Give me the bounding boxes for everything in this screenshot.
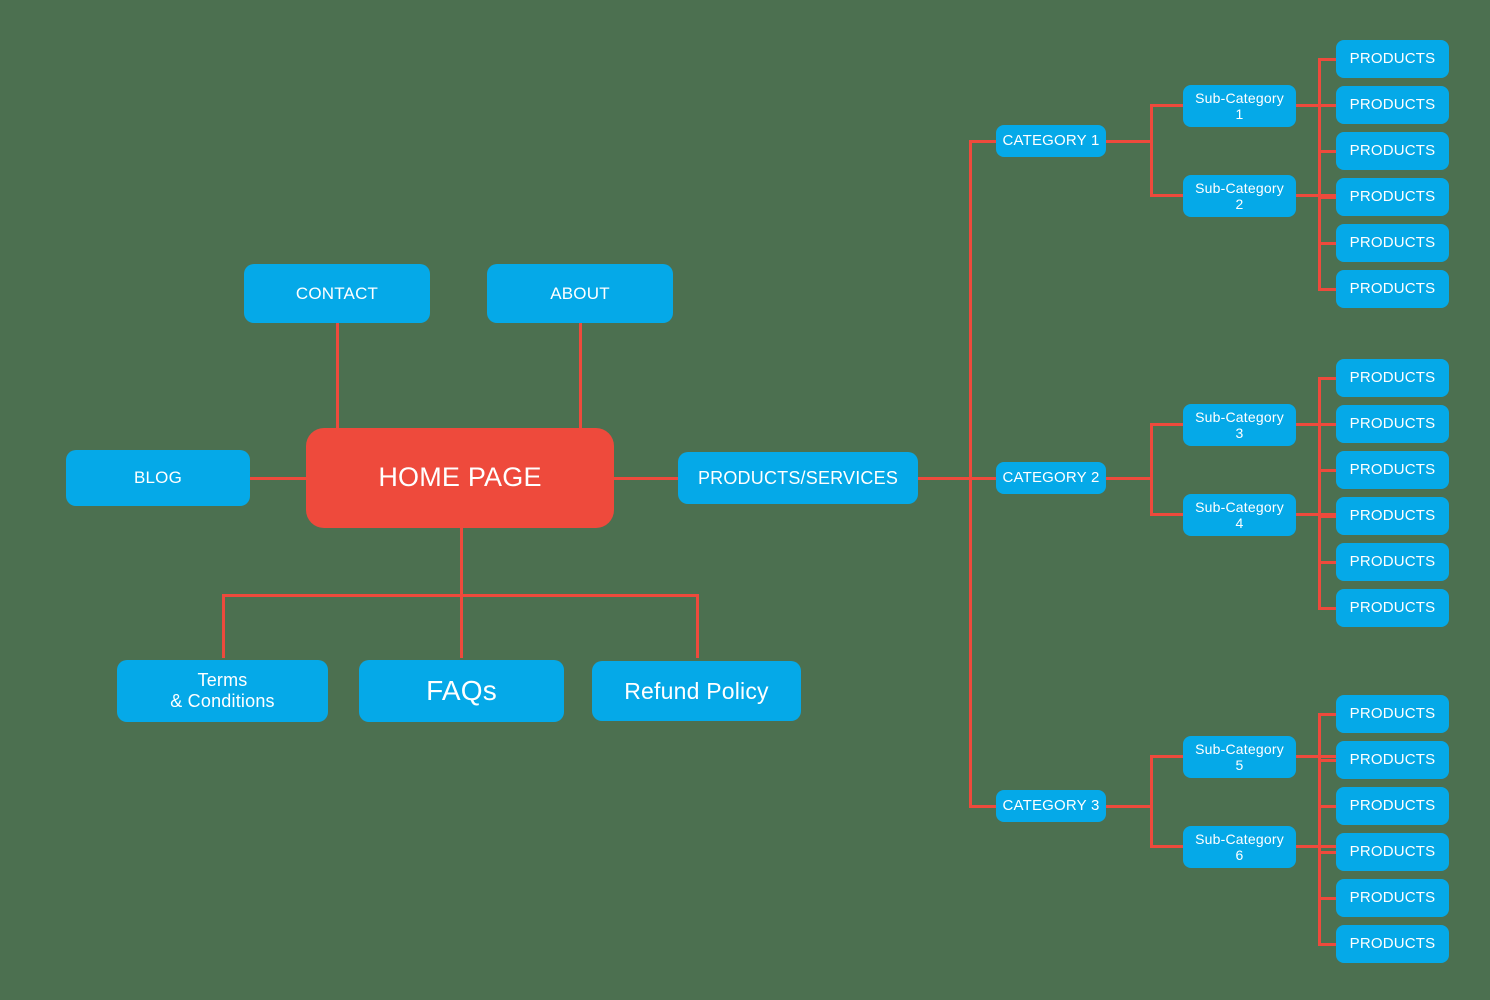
node-product[interactable]: PRODUCTS	[1336, 833, 1449, 871]
connector-prod-group2-spine	[1318, 377, 1321, 609]
connector-category-1	[969, 140, 999, 143]
node-product[interactable]: PRODUCTS	[1336, 86, 1449, 124]
connector-subcat-6	[1150, 845, 1186, 848]
node-product[interactable]: PRODUCTS	[1336, 224, 1449, 262]
node-product[interactable]: PRODUCTS	[1336, 132, 1449, 170]
node-about[interactable]: ABOUT	[487, 264, 673, 323]
node-product[interactable]: PRODUCTS	[1336, 178, 1449, 216]
connector-subcat-3	[1150, 423, 1186, 426]
connector-blog	[248, 477, 312, 480]
connector-prod-group1-spine	[1318, 58, 1321, 290]
node-category-2[interactable]: CATEGORY 2	[996, 462, 1106, 494]
node-product[interactable]: PRODUCTS	[1336, 451, 1449, 489]
node-subcategory-5[interactable]: Sub-Category 5	[1183, 736, 1296, 778]
node-product[interactable]: PRODUCTS	[1336, 787, 1449, 825]
node-contact[interactable]: CONTACT	[244, 264, 430, 323]
node-product[interactable]: PRODUCTS	[1336, 543, 1449, 581]
connector-category-3	[969, 805, 999, 808]
connector-category-spine	[969, 140, 972, 808]
node-home-page[interactable]: HOME PAGE	[306, 428, 614, 528]
connector-about	[579, 322, 582, 436]
connector-subcat-5	[1150, 755, 1186, 758]
node-product[interactable]: PRODUCTS	[1336, 879, 1449, 917]
connector-prod-group3-spine	[1318, 713, 1321, 945]
node-subcategory-1[interactable]: Sub-Category 1	[1183, 85, 1296, 127]
connector-home-bottom-stem	[460, 522, 463, 596]
connector-cat2-out	[1104, 477, 1152, 480]
connector-cat3-spine	[1150, 755, 1153, 848]
node-product[interactable]: PRODUCTS	[1336, 589, 1449, 627]
node-terms-conditions[interactable]: Terms & Conditions	[117, 660, 328, 722]
connector-cat1-out	[1104, 140, 1152, 143]
node-products-services[interactable]: PRODUCTS/SERVICES	[678, 452, 918, 504]
node-subcategory-6[interactable]: Sub-Category 6	[1183, 826, 1296, 868]
node-product[interactable]: PRODUCTS	[1336, 359, 1449, 397]
connector-subcat-2	[1150, 194, 1186, 197]
connector-products-spine	[916, 477, 972, 480]
node-subcategory-3[interactable]: Sub-Category 3	[1183, 404, 1296, 446]
node-blog[interactable]: BLOG	[66, 450, 250, 506]
node-product[interactable]: PRODUCTS	[1336, 40, 1449, 78]
sitemap-canvas: CONTACT ABOUT BLOG HOME PAGE PRODUCTS/SE…	[0, 0, 1490, 1000]
connector-sub6-out	[1295, 845, 1339, 848]
connector-category-2	[969, 477, 999, 480]
connector-cat3-out	[1104, 805, 1152, 808]
node-product[interactable]: PRODUCTS	[1336, 270, 1449, 308]
node-product[interactable]: PRODUCTS	[1336, 741, 1449, 779]
connector-subcat-4	[1150, 513, 1186, 516]
node-product[interactable]: PRODUCTS	[1336, 695, 1449, 733]
connector-home-products	[612, 477, 680, 480]
node-faqs[interactable]: FAQs	[359, 660, 564, 722]
connector-refund	[696, 594, 699, 658]
connector-contact	[336, 322, 339, 436]
connector-subcat-1	[1150, 104, 1186, 107]
connector-cat2-spine	[1150, 423, 1153, 516]
connector-terms	[222, 594, 225, 658]
node-category-3[interactable]: CATEGORY 3	[996, 790, 1106, 822]
node-product[interactable]: PRODUCTS	[1336, 497, 1449, 535]
connector-sub5-out	[1295, 755, 1339, 758]
connector-faqs	[460, 594, 463, 658]
connector-cat1-spine	[1150, 104, 1153, 197]
node-product[interactable]: PRODUCTS	[1336, 925, 1449, 963]
node-category-1[interactable]: CATEGORY 1	[996, 125, 1106, 157]
node-subcategory-2[interactable]: Sub-Category 2	[1183, 175, 1296, 217]
node-subcategory-4[interactable]: Sub-Category 4	[1183, 494, 1296, 536]
node-refund-policy[interactable]: Refund Policy	[592, 661, 801, 721]
node-product[interactable]: PRODUCTS	[1336, 405, 1449, 443]
